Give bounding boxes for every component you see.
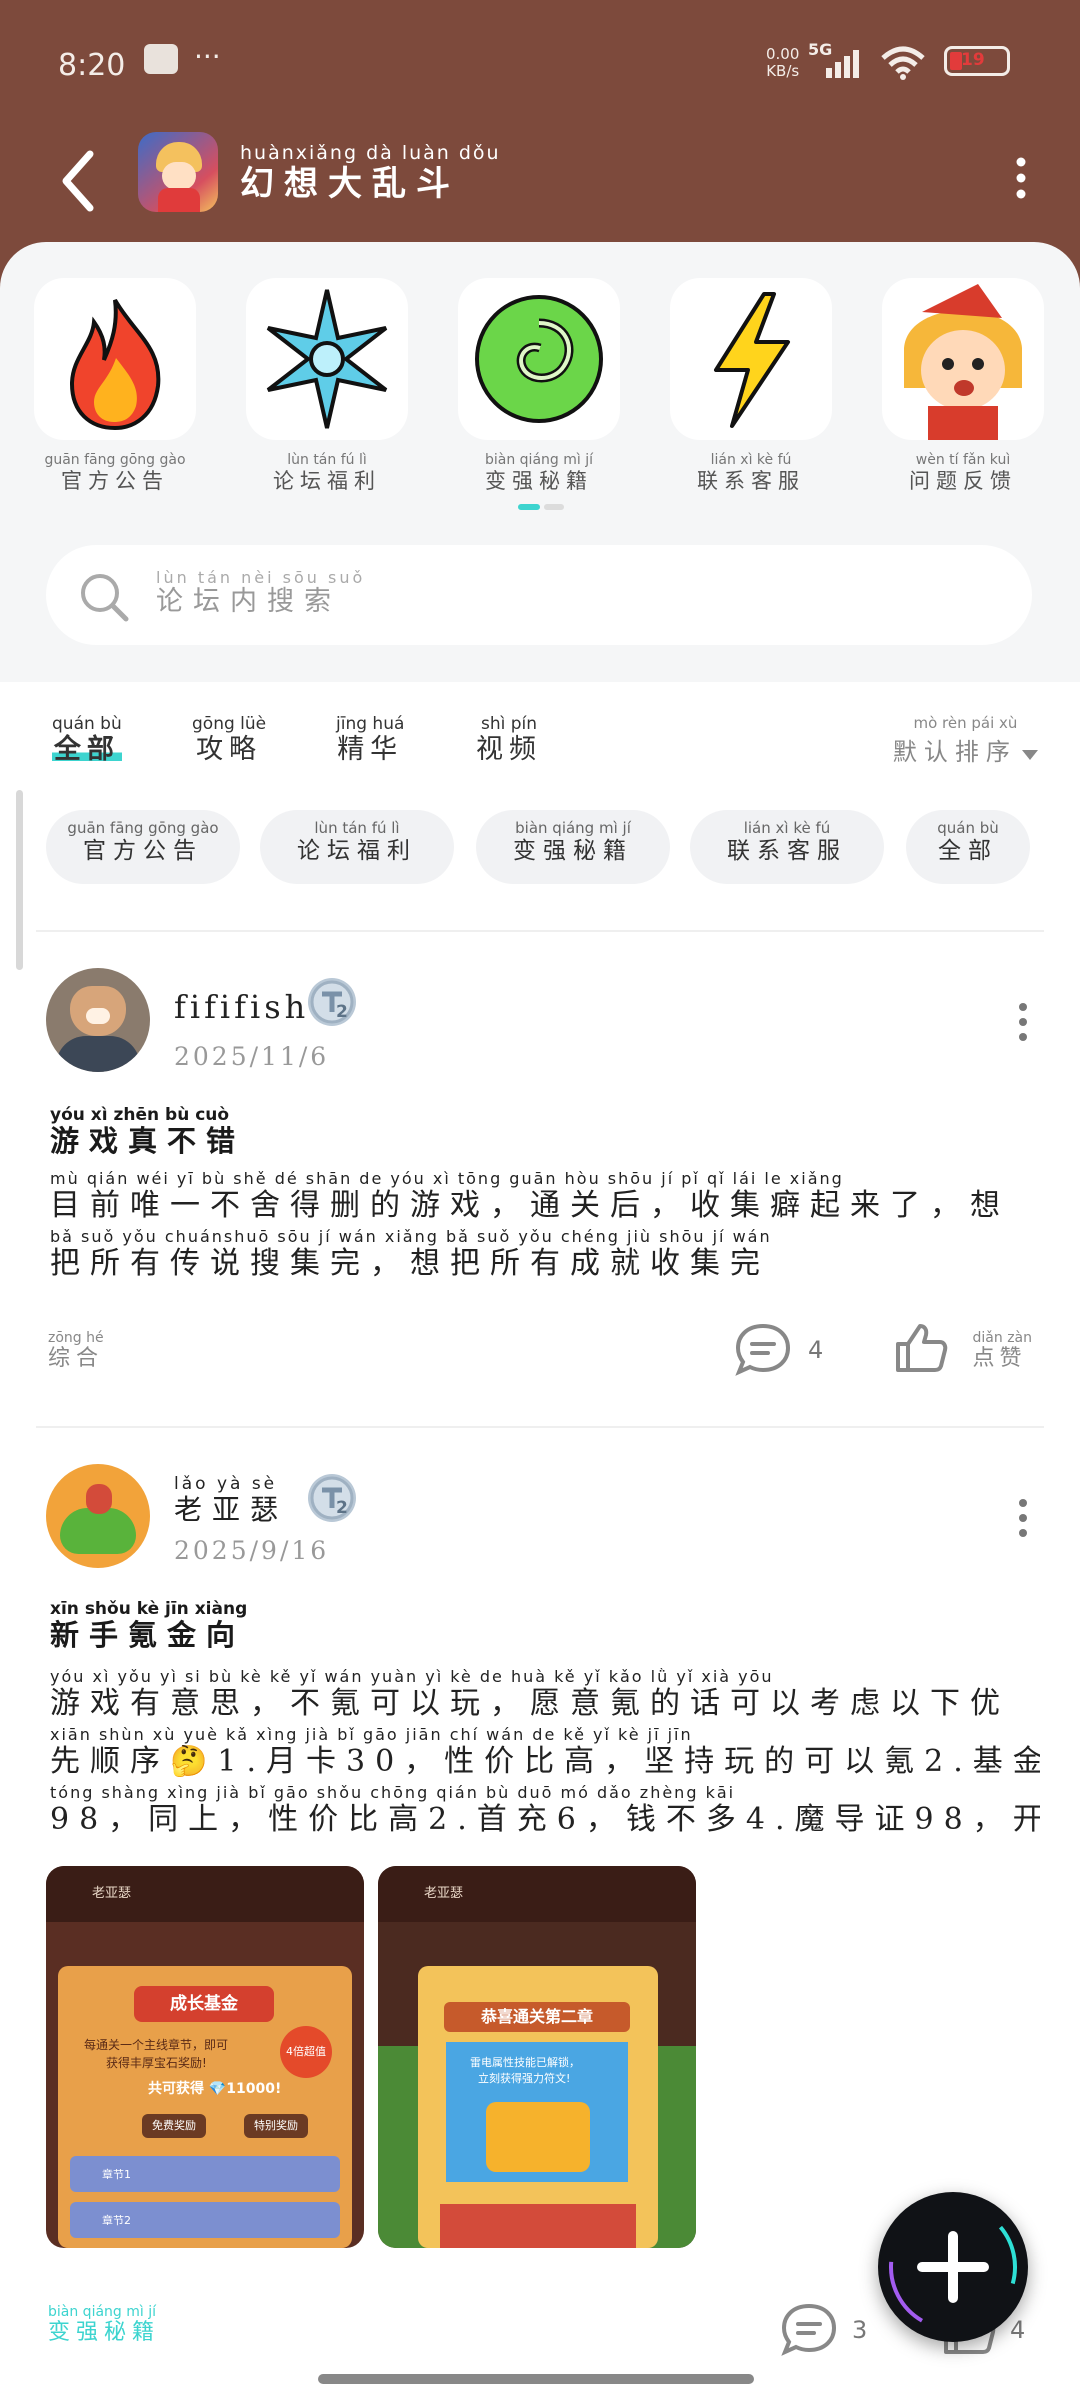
chevron-down-icon xyxy=(1022,749,1038,760)
chip-forum-welfare[interactable]: lùn tán fú lì 论坛福利 xyxy=(260,810,454,884)
avatar[interactable] xyxy=(46,1464,150,1568)
comment-count: 3 xyxy=(852,2316,868,2344)
sort-dropdown[interactable]: mò rèn pái xù 默认排序 xyxy=(893,714,1038,767)
level-shield-icon xyxy=(310,980,354,1024)
carousel-indicator xyxy=(518,504,564,510)
post-date: 2025/11/6 xyxy=(174,1042,330,1071)
post-image-gallery: 老亚瑟 成长基金 每通关一个主线章节，即可 获得丰厚宝石奖励! 4倍超值 共可获… xyxy=(46,1866,736,2248)
shortcut-label-2: lùn tán fú lì 论坛福利 xyxy=(273,452,381,493)
shortcut-official-announcement[interactable] xyxy=(34,278,196,440)
post-body-line: mù qián wéi yī bù shě dé shān de yóu xì … xyxy=(50,1170,1010,1223)
avatar[interactable] xyxy=(46,968,150,1072)
like-icon[interactable] xyxy=(892,1320,948,1374)
search-icon xyxy=(81,574,129,622)
shortcut-contact-support[interactable] xyxy=(670,278,832,440)
home-indicator[interactable] xyxy=(318,2374,754,2384)
app-notification-icon xyxy=(144,44,178,74)
status-bar: 8:20 ··· 0.00 KB/s 5G 19 xyxy=(0,0,1080,130)
post-body-line: tóng shàng xìng jià bǐ gāo shǒu chōng qi… xyxy=(50,1784,1040,1837)
category-tabs: quán bù 全部 gōng lüè 攻略 jīng huá 精华 shì pín 视… xyxy=(0,714,1080,804)
post-body-line: xiān shùn xù yuè kǎ xìng jià bǐ gāo jiān… xyxy=(50,1726,1040,1779)
post-tag[interactable]: biàn qiáng mì jí 变强秘籍 xyxy=(48,2304,160,2346)
post-card[interactable]: fififish 2 2025/11/6 yóu xì zhēn bù cuò 游… xyxy=(0,960,1080,1430)
net-speed: 0.00 KB/s xyxy=(766,45,800,80)
signal-icon xyxy=(826,50,859,78)
level-number: 2 xyxy=(336,1498,348,1518)
username[interactable]: fififish xyxy=(174,988,309,1026)
post-title: yóu xì zhēn bù cuò 游戏真不错 xyxy=(50,1105,246,1158)
search-placeholder: lùn tán nèi sōu suǒ 论坛内搜索 xyxy=(156,568,366,617)
swirl-icon xyxy=(475,295,603,423)
chip-all[interactable]: quán bù 全部 xyxy=(906,810,1030,884)
shortcut-label-1: guān fāng gōng gào 官方公告 xyxy=(44,452,186,493)
level-shield-icon xyxy=(310,1476,354,1520)
comment-icon[interactable] xyxy=(780,2302,838,2356)
more-options-icon[interactable] xyxy=(1014,156,1028,200)
shortcut-label-4: lián xì kè fú 联系客服 xyxy=(697,452,805,493)
post-more-icon[interactable] xyxy=(1018,1002,1028,1042)
status-time: 8:20 xyxy=(58,48,126,83)
game-title: huànxiǎng dà luàn dǒu 幻想大乱斗 xyxy=(240,142,501,204)
post-more-icon[interactable] xyxy=(1018,1498,1028,1538)
like-label[interactable]: diǎn zàn 点赞 xyxy=(973,1330,1032,1372)
app-header: huànxiǎng dà luàn dǒu 幻想大乱斗 xyxy=(0,130,1080,240)
tab-videos[interactable]: shì pín 视频 xyxy=(476,714,542,766)
username-pinyin: lǎo yà sè xyxy=(174,1474,278,1494)
shortcut-panel: guān fāng gōng gào 官方公告 lùn tán fú lì 论坛福利… xyxy=(0,242,1080,682)
fire-icon xyxy=(69,299,161,431)
level-badge: 2 xyxy=(308,1474,356,1522)
post-body-line: yóu xì yǒu yì si bù kè kě yǐ wán yuàn yì… xyxy=(50,1668,1010,1721)
wifi-icon xyxy=(881,46,925,80)
shortcut-power-up-guide[interactable] xyxy=(458,278,620,440)
post-image[interactable]: 老亚瑟 恭喜通关第二章 雷电属性技能已解锁， 立刻获得强力符文! xyxy=(378,1866,696,2248)
back-arrow-icon[interactable] xyxy=(56,146,100,216)
divider xyxy=(36,930,1044,932)
post-image[interactable]: 老亚瑟 成长基金 每通关一个主线章节，即可 获得丰厚宝石奖励! 4倍超值 共可获… xyxy=(46,1866,364,2248)
tab-guides[interactable]: gōng lüè 攻略 xyxy=(192,714,266,766)
tab-featured[interactable]: jīng huá 精华 xyxy=(336,714,404,766)
game-icon xyxy=(138,132,218,212)
level-badge: 2 xyxy=(308,978,356,1026)
character-icon xyxy=(904,284,1022,440)
battery-level: 19 xyxy=(961,50,985,70)
divider xyxy=(36,1426,1044,1428)
shortcut-forum-welfare[interactable] xyxy=(246,278,408,440)
post-title: xīn shǒu kè jīn xiàng 新手氪金向 xyxy=(50,1599,248,1652)
comment-icon[interactable] xyxy=(734,1322,792,1376)
username-block[interactable]: lǎo yà sè 老亚瑟 xyxy=(174,1474,288,1526)
more-notifications: ··· xyxy=(194,40,221,73)
shortcut-label-3: biàn qiáng mì jí 变强秘籍 xyxy=(484,452,593,493)
chip-power-up-guide[interactable]: biàn qiáng mì jí 变强秘籍 xyxy=(476,810,670,884)
post-tag[interactable]: zōng hé 综合 xyxy=(48,1330,104,1372)
tab-all[interactable]: quán bù 全部 xyxy=(52,714,122,766)
filter-chips: guān fāng gōng gào 官方公告 lùn tán fú lì 论坛福利… xyxy=(0,810,1080,884)
post-date: 2025/9/16 xyxy=(174,1536,330,1565)
comment-count: 4 xyxy=(808,1336,824,1364)
snowflake-icon xyxy=(266,289,388,429)
post-body-line: bǎ suǒ yǒu chuánshuō sōu jí wán xiǎng bǎ… xyxy=(50,1228,772,1281)
battery-icon: 19 xyxy=(944,46,1010,76)
image-caption: 成长基金 xyxy=(134,1986,274,2022)
chip-official-announcement[interactable]: guān fāng gōng gào 官方公告 xyxy=(46,810,240,884)
level-number: 2 xyxy=(336,1002,348,1022)
shortcut-label-5: wèn tí fǎn kuì 问题反馈 xyxy=(909,452,1017,493)
shortcut-feedback[interactable] xyxy=(882,278,1044,440)
chip-contact-support[interactable]: lián xì kè fú 联系客服 xyxy=(690,810,884,884)
username: 老亚瑟 xyxy=(174,1493,289,1526)
image-caption: 恭喜通关第二章 xyxy=(444,2002,630,2032)
plus-icon xyxy=(889,2203,1017,2331)
create-post-button[interactable] xyxy=(878,2192,1028,2342)
lightning-icon xyxy=(714,292,790,428)
scrollbar[interactable] xyxy=(16,790,23,970)
search-input[interactable]: lùn tán nèi sōu suǒ 论坛内搜索 xyxy=(46,545,1032,645)
